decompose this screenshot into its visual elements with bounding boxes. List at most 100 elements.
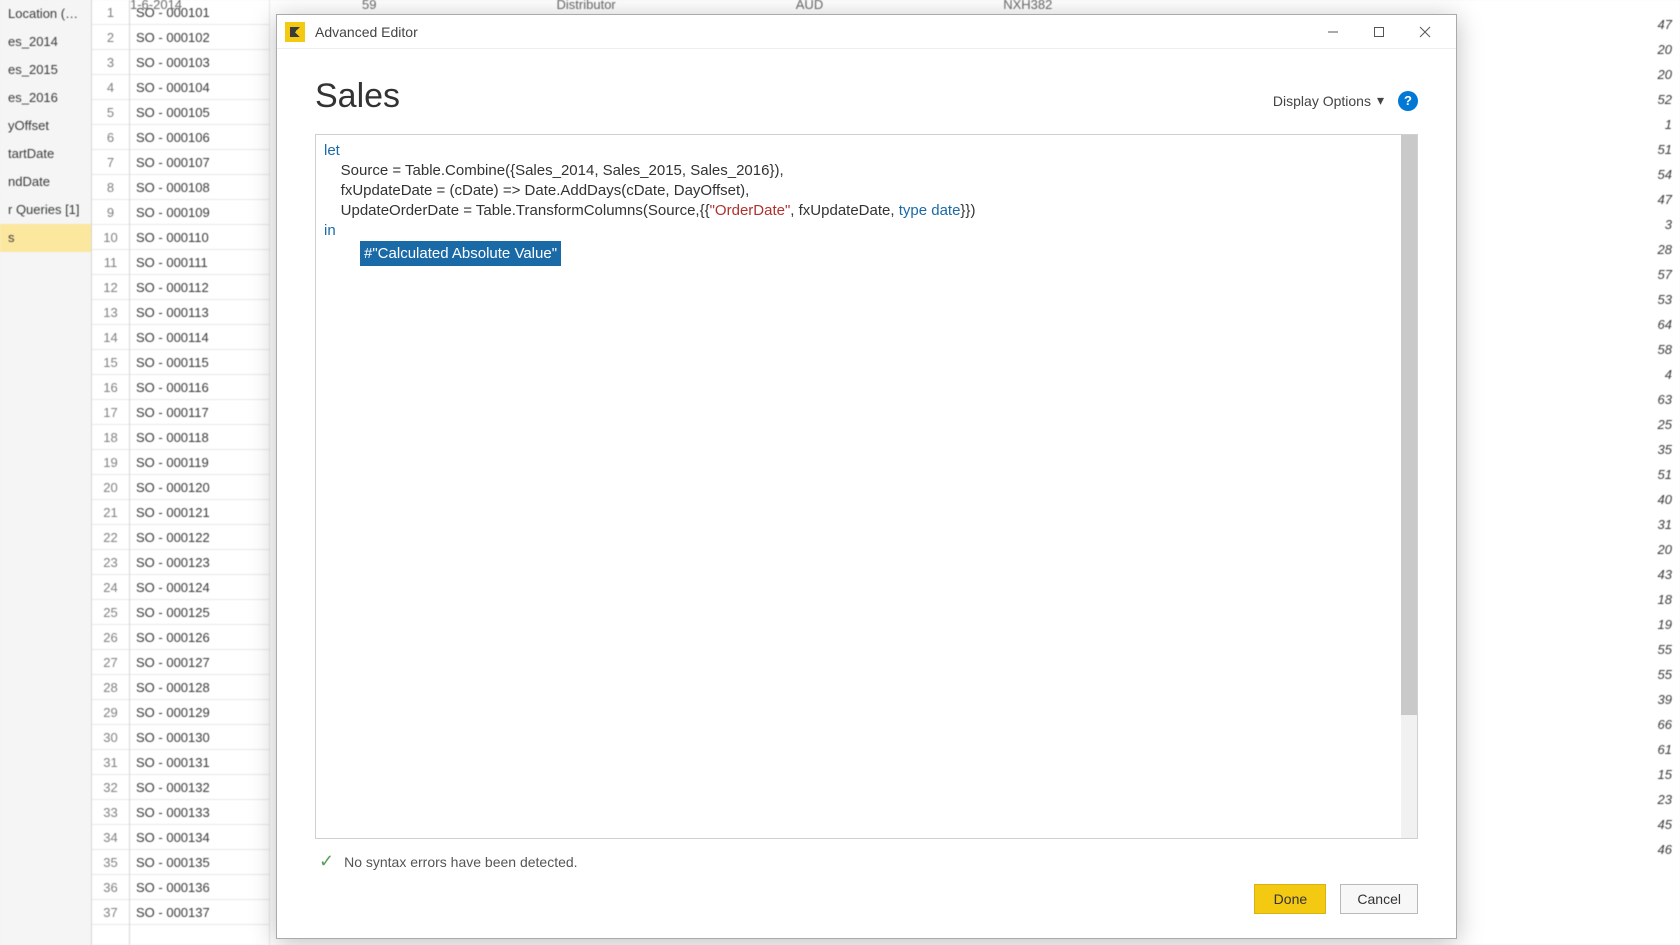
so-cell[interactable]: SO - 000137 <box>130 900 269 925</box>
query-pane-item[interactable]: tartDate <box>0 140 91 168</box>
right-value-cell[interactable]: 1 <box>1644 112 1680 137</box>
right-value-cell[interactable]: 20 <box>1644 37 1680 62</box>
right-value-cell[interactable]: 35 <box>1644 437 1680 462</box>
right-value-cell[interactable]: 55 <box>1644 637 1680 662</box>
so-cell[interactable]: SO - 000125 <box>130 600 269 625</box>
right-value-cell[interactable] <box>1644 862 1680 887</box>
row-number: 2 <box>92 25 129 50</box>
cancel-button[interactable]: Cancel <box>1340 884 1418 914</box>
so-cell[interactable]: SO - 000120 <box>130 475 269 500</box>
right-value-cell[interactable]: 55 <box>1644 662 1680 687</box>
right-value-cell[interactable]: 20 <box>1644 62 1680 87</box>
so-cell[interactable]: SO - 000128 <box>130 675 269 700</box>
so-cell[interactable]: SO - 000134 <box>130 825 269 850</box>
right-value-cell[interactable]: 18 <box>1644 587 1680 612</box>
query-pane-item[interactable]: ndDate <box>0 168 91 196</box>
right-value-cell[interactable]: 39 <box>1644 687 1680 712</box>
so-cell[interactable]: SO - 000109 <box>130 200 269 225</box>
right-value-cell[interactable]: 64 <box>1644 312 1680 337</box>
query-pane-item[interactable]: Location (C:\… <box>0 0 91 28</box>
right-value-cell[interactable]: 45 <box>1644 812 1680 837</box>
right-value-cell[interactable]: 51 <box>1644 137 1680 162</box>
so-cell[interactable]: SO - 000112 <box>130 275 269 300</box>
right-value-cell[interactable]: 63 <box>1644 387 1680 412</box>
query-pane-item[interactable]: es_2016 <box>0 84 91 112</box>
row-number: 13 <box>92 300 129 325</box>
so-cell[interactable]: SO - 000106 <box>130 125 269 150</box>
so-cell[interactable]: SO - 000111 <box>130 250 269 275</box>
so-cell[interactable]: SO - 000118 <box>130 425 269 450</box>
right-value-cell[interactable] <box>1644 912 1680 937</box>
right-value-cell[interactable]: 31 <box>1644 512 1680 537</box>
so-cell[interactable]: SO - 000122 <box>130 525 269 550</box>
so-cell[interactable]: SO - 000117 <box>130 400 269 425</box>
so-cell[interactable]: SO - 000107 <box>130 150 269 175</box>
row-number: 18 <box>92 425 129 450</box>
so-cell[interactable]: SO - 000127 <box>130 650 269 675</box>
so-cell[interactable]: SO - 000123 <box>130 550 269 575</box>
right-value-cell[interactable] <box>1644 887 1680 912</box>
right-value-cell[interactable]: 53 <box>1644 287 1680 312</box>
right-value-cell[interactable]: 28 <box>1644 237 1680 262</box>
so-cell[interactable]: SO - 000103 <box>130 50 269 75</box>
so-cell[interactable]: SO - 000130 <box>130 725 269 750</box>
code-editor[interactable]: let Source = Table.Combine({Sales_2014, … <box>315 134 1418 839</box>
right-value-cell[interactable]: 52 <box>1644 87 1680 112</box>
right-value-cell[interactable]: 20 <box>1644 537 1680 562</box>
so-cell[interactable]: SO - 000108 <box>130 175 269 200</box>
so-cell[interactable]: SO - 000115 <box>130 350 269 375</box>
so-cell[interactable]: SO - 000114 <box>130 325 269 350</box>
row-number: 25 <box>92 600 129 625</box>
right-value-cell[interactable]: 23 <box>1644 787 1680 812</box>
so-cell[interactable]: SO - 000119 <box>130 450 269 475</box>
selected-step-token[interactable]: #"Calculated Absolute Value" <box>360 241 561 266</box>
right-value-cell[interactable]: 4 <box>1644 362 1680 387</box>
help-button[interactable]: ? <box>1398 91 1418 111</box>
query-pane-item[interactable]: es_2015 <box>0 56 91 84</box>
so-cell[interactable]: SO - 000104 <box>130 75 269 100</box>
right-value-cell[interactable]: 46 <box>1644 837 1680 862</box>
so-cell[interactable]: SO - 000126 <box>130 625 269 650</box>
minimize-button[interactable] <box>1310 16 1356 48</box>
so-cell[interactable]: SO - 000116 <box>130 375 269 400</box>
close-icon <box>1419 26 1431 38</box>
so-cell[interactable]: SO - 000102 <box>130 25 269 50</box>
editor-scrollbar-thumb[interactable] <box>1401 135 1417 715</box>
code-line-3c: }}) <box>960 202 975 219</box>
right-value-cell[interactable]: 66 <box>1644 712 1680 737</box>
so-cell[interactable]: SO - 000121 <box>130 500 269 525</box>
done-button[interactable]: Done <box>1254 884 1326 914</box>
right-value-cell[interactable]: 25 <box>1644 412 1680 437</box>
so-cell[interactable]: SO - 000131 <box>130 750 269 775</box>
so-cell[interactable]: SO - 000110 <box>130 225 269 250</box>
display-options-dropdown[interactable]: Display Options ▾ <box>1273 92 1384 109</box>
editor-scrollbar-track[interactable] <box>1401 135 1417 838</box>
right-value-cell[interactable]: 47 <box>1644 12 1680 37</box>
so-cell[interactable]: SO - 000132 <box>130 775 269 800</box>
right-value-cell[interactable]: 3 <box>1644 212 1680 237</box>
so-cell[interactable]: SO - 000113 <box>130 300 269 325</box>
so-cell[interactable]: SO - 000129 <box>130 700 269 725</box>
query-pane-item[interactable]: es_2014 <box>0 28 91 56</box>
right-value-cell[interactable]: 58 <box>1644 337 1680 362</box>
maximize-button[interactable] <box>1356 16 1402 48</box>
right-value-cell[interactable]: 40 <box>1644 487 1680 512</box>
so-cell[interactable]: SO - 000133 <box>130 800 269 825</box>
so-cell[interactable]: SO - 000105 <box>130 100 269 125</box>
right-value-cell[interactable]: 57 <box>1644 262 1680 287</box>
so-cell[interactable]: SO - 000136 <box>130 875 269 900</box>
so-cell[interactable]: SO - 000124 <box>130 575 269 600</box>
right-value-cell[interactable]: 47 <box>1644 187 1680 212</box>
right-value-cell[interactable]: 51 <box>1644 462 1680 487</box>
query-pane-item[interactable]: r Queries [1] <box>0 196 91 224</box>
so-cell[interactable]: SO - 000135 <box>130 850 269 875</box>
query-pane-item[interactable]: yOffset <box>0 112 91 140</box>
right-value-cell[interactable]: 61 <box>1644 737 1680 762</box>
right-value-cell[interactable]: 43 <box>1644 562 1680 587</box>
right-value-cell[interactable]: 54 <box>1644 162 1680 187</box>
close-button[interactable] <box>1402 16 1448 48</box>
right-value-cell[interactable]: 15 <box>1644 762 1680 787</box>
query-pane-item[interactable]: s <box>0 224 91 252</box>
minimize-icon <box>1327 26 1339 38</box>
right-value-cell[interactable]: 19 <box>1644 612 1680 637</box>
